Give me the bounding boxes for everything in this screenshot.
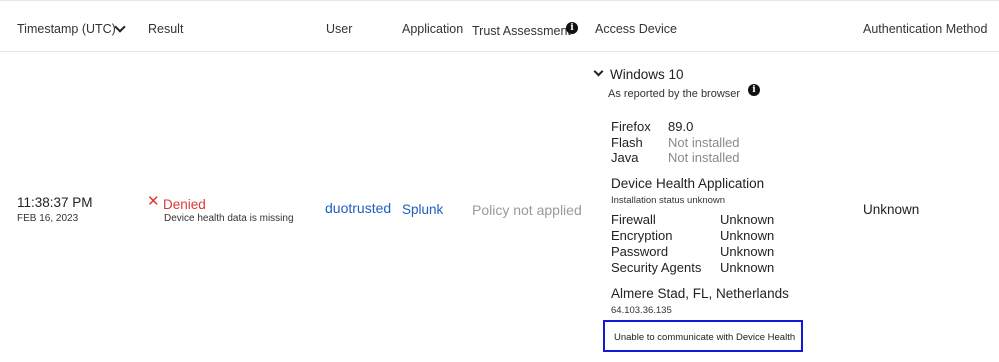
health-app-title: Device Health Application (611, 176, 765, 191)
x-icon: ✕ (147, 193, 160, 210)
header-result: Result (148, 22, 184, 36)
info-icon[interactable]: i (748, 84, 760, 96)
security-item-value: Unknown (720, 244, 775, 259)
security-item-name: Firewall (611, 212, 656, 227)
security-item-value: Unknown (720, 228, 775, 243)
security-item-value: Unknown (720, 212, 775, 227)
chevron-down-icon[interactable] (114, 21, 126, 33)
device-health-message-box: Unable to communicate with Device Health (603, 320, 803, 352)
security-item-name: Encryption (611, 228, 673, 243)
info-icon[interactable]: i (566, 22, 578, 34)
plugin-value: Not installed (668, 150, 740, 165)
header-authentication-method: Authentication Method (863, 22, 988, 36)
header-user: User (326, 22, 353, 36)
security-item-name: Security Agents (611, 260, 702, 275)
timestamp-time: 11:38:37 PM (17, 195, 93, 210)
user-link[interactable]: duotrusted (325, 200, 391, 216)
header-timestamp[interactable]: Timestamp (UTC) (17, 22, 116, 36)
security-item-value: Unknown (720, 260, 775, 275)
header-access-device: Access Device (595, 22, 677, 36)
os-note: As reported by the browser (608, 88, 741, 100)
result-reason: Device health data is missing (164, 213, 294, 224)
device-ip: 64.103.36.135 (611, 305, 672, 316)
trust-assessment-value: Policy not applied (472, 202, 582, 218)
plugin-name: Flash (611, 135, 643, 150)
browser-version: 89.0 (668, 119, 694, 134)
header-trust-assessment: Trust Assessment (472, 24, 571, 38)
table-header: Timestamp (UTC) Result User Application … (0, 0, 999, 52)
header-timestamp-label: Timestamp (UTC) (17, 22, 116, 36)
browser-name: Firefox (611, 119, 651, 134)
application-link[interactable]: Splunk (402, 202, 443, 217)
authentication-method-value: Unknown (863, 202, 920, 217)
chevron-down-icon[interactable] (593, 66, 604, 77)
health-app-status: Installation status unknown (611, 195, 726, 206)
header-application: Application (402, 22, 464, 36)
plugin-name: Java (611, 150, 639, 165)
security-item-name: Password (611, 244, 669, 259)
device-location: Almere Stad, FL, Netherlands (611, 286, 789, 301)
device-health-message: Unable to communicate with Device Health (614, 332, 796, 343)
os-name[interactable]: Windows 10 (610, 67, 684, 82)
timestamp-date: FEB 16, 2023 (17, 213, 79, 224)
result-status: Denied (163, 197, 206, 212)
plugin-value: Not installed (668, 135, 740, 150)
